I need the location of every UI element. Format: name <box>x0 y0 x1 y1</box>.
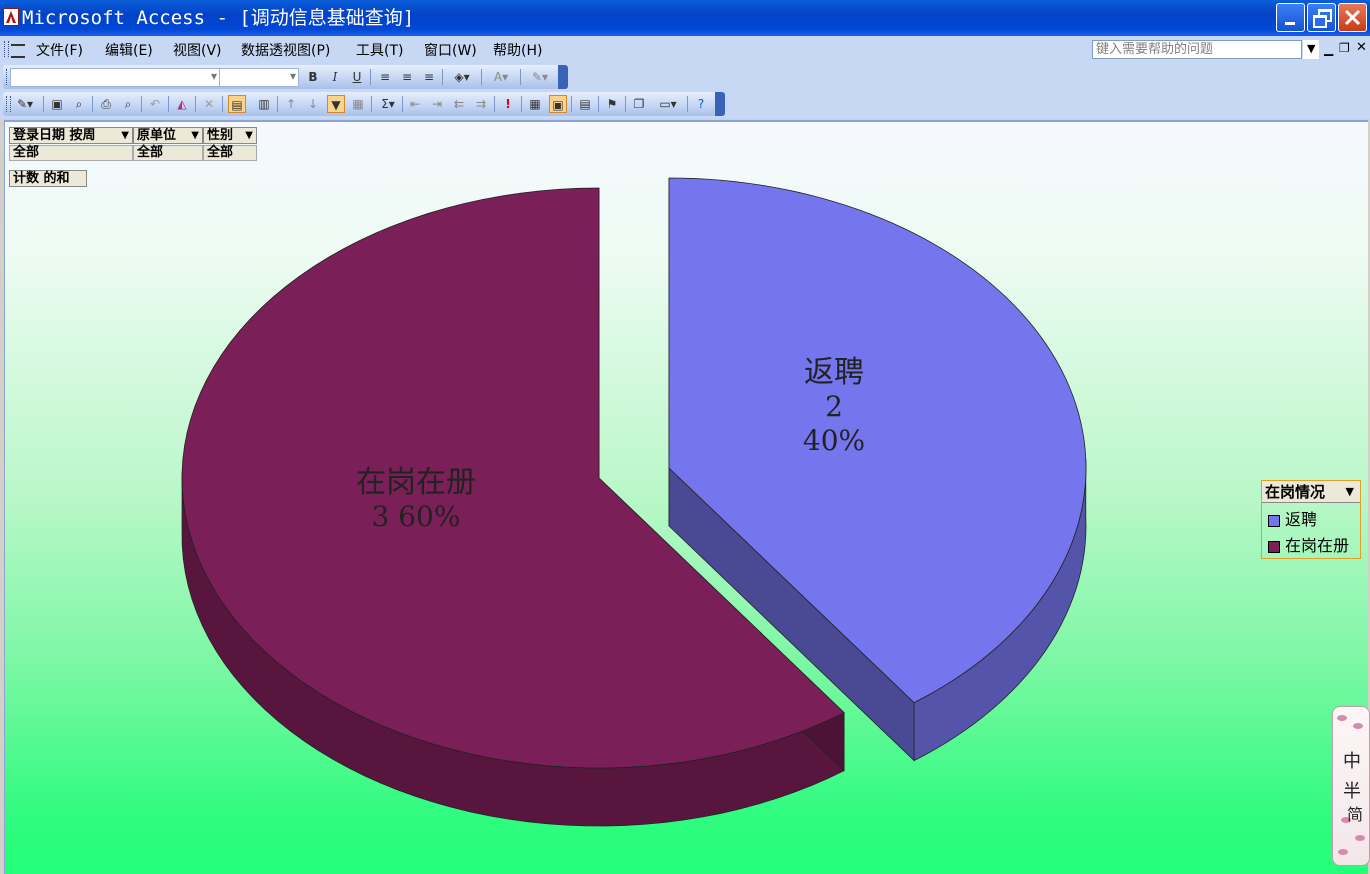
ime-half-width[interactable]: 半 <box>1343 777 1361 803</box>
dropdown-arrow-icon[interactable]: ▼ <box>1346 481 1354 503</box>
ime-mode-chinese[interactable]: 中 <box>1343 747 1361 773</box>
ime-simplified[interactable]: 简 <box>1347 801 1363 825</box>
legend-item-zaigang[interactable]: 在岗在册 <box>1268 532 1349 556</box>
legend-swatch <box>1268 514 1280 527</box>
legend-title[interactable]: 在岗情况 ▼ <box>1262 481 1360 503</box>
pie-label-value-percent: 3 60% <box>372 500 461 533</box>
legend[interactable]: 在岗情况 ▼ 返聘 在岗在册 <box>1261 480 1361 559</box>
pie-chart: 返聘240% 在岗在册3 60% <box>181 177 1087 827</box>
ime-status-bar[interactable]: 中 半 简 <box>1332 706 1370 866</box>
pie-label-percent: 40% <box>803 424 865 457</box>
legend-item-fanpin[interactable]: 返聘 <box>1268 506 1317 530</box>
pie-label-value: 2 <box>825 390 843 423</box>
pie-label-category: 在岗在册 <box>356 465 476 500</box>
pie-label-category: 返聘 <box>804 355 864 390</box>
legend-swatch <box>1268 540 1280 553</box>
